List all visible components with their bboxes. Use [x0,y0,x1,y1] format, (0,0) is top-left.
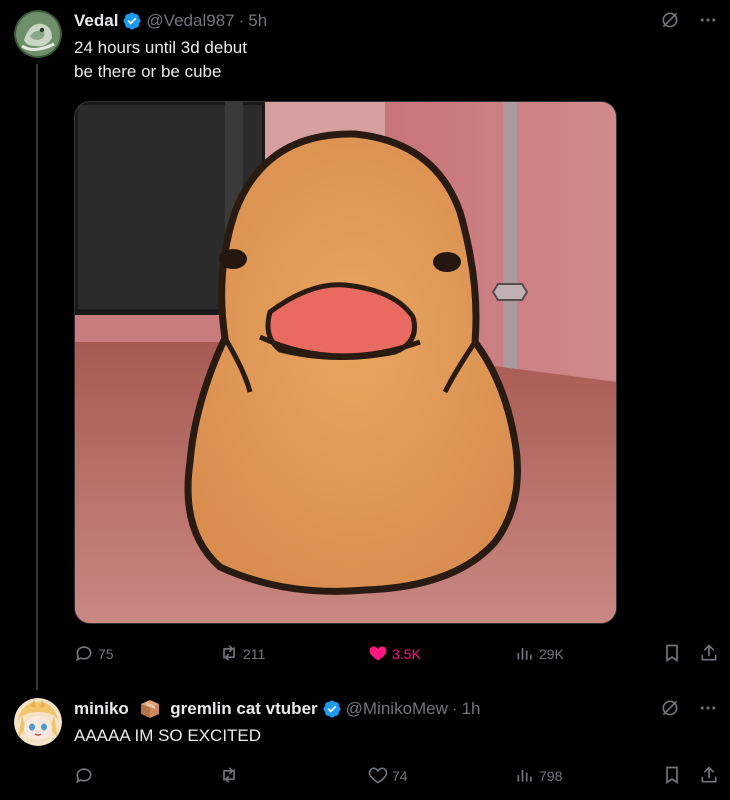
avatar-miniko[interactable] [14,698,62,746]
grok-icon[interactable] [658,8,682,32]
thread-connector-line [36,64,38,690]
share-button[interactable] [699,642,719,666]
more-icon[interactable] [696,696,720,720]
share-icon [699,643,719,666]
display-name-part: gremlin cat vtuber [170,698,318,718]
tweet-header-actions [658,8,720,32]
timestamp[interactable]: 5h [248,11,267,31]
tweet-header: Vedal @Vedal987 · 5h [74,10,267,32]
user-handle[interactable]: @Vedal987 [146,11,234,31]
verified-badge-icon [122,11,142,31]
like-button[interactable]: 74 [368,764,408,788]
bookmark-button[interactable] [662,642,682,666]
tweet-media-image[interactable] [74,101,617,624]
separator-dot: · [238,11,245,30]
tweet-text-line: 24 hours until 3d debut [74,38,247,57]
reply-count: 75 [98,646,114,662]
heart-icon [368,765,388,788]
tweet-text-line: be there or be cube [74,62,222,81]
tweet-miniko[interactable]: miniko gremlin cat vtuber @MinikoMew · 1… [0,690,730,800]
reply-icon [74,765,94,788]
display-name[interactable]: miniko gremlin cat vtuber [74,699,318,720]
avatar-vedal[interactable] [14,10,62,58]
package-box-icon [140,699,160,719]
bookmark-icon [662,765,682,788]
like-count: 3.5K [392,646,421,662]
verified-badge-icon [322,699,342,719]
repost-count: 211 [243,646,266,662]
timestamp[interactable]: 1h [462,699,481,719]
tweet-header: miniko gremlin cat vtuber @MinikoMew · 1… [74,698,481,720]
timeline: Vedal @Vedal987 · 5h 24 hours until 3d d… [0,0,730,800]
views-count: 798 [539,768,563,784]
user-handle[interactable]: @MinikoMew [346,699,448,719]
views-count: 29K [539,646,564,662]
share-icon [699,765,719,788]
repost-button[interactable] [219,764,243,788]
display-name-part: miniko [74,698,129,718]
tweet-text-line: AAAAA IM SO EXCITED [74,726,262,745]
views-button[interactable]: 798 [515,764,562,788]
reply-button[interactable]: 75 [74,642,114,666]
bookmark-button[interactable] [662,764,682,788]
grok-icon[interactable] [658,696,682,720]
repost-icon [219,643,239,666]
like-count: 74 [392,768,408,784]
tweet-actions: 75 211 3.5K 29K [74,642,720,666]
share-button[interactable] [699,764,719,788]
repost-button[interactable]: 211 [219,642,265,666]
more-icon[interactable] [696,8,720,32]
views-button[interactable]: 29K [515,642,564,666]
duck-3d-render [75,102,616,623]
display-name[interactable]: Vedal [74,11,118,31]
tweet-header-actions [658,696,720,720]
like-button[interactable]: 3.5K [368,642,421,666]
tweet-text: 24 hours until 3d debut be there or be c… [74,36,247,84]
reply-button[interactable] [74,764,98,788]
tweet-vedal[interactable]: Vedal @Vedal987 · 5h 24 hours until 3d d… [0,0,730,690]
views-icon [515,643,535,666]
views-icon [515,765,535,788]
heart-icon [368,643,388,666]
repost-icon [219,765,239,788]
bookmark-icon [662,643,682,666]
tweet-text: AAAAA IM SO EXCITED [74,724,261,748]
tweet-actions: 74 798 [74,764,720,788]
reply-icon [74,643,94,666]
separator-dot: · [451,699,458,718]
